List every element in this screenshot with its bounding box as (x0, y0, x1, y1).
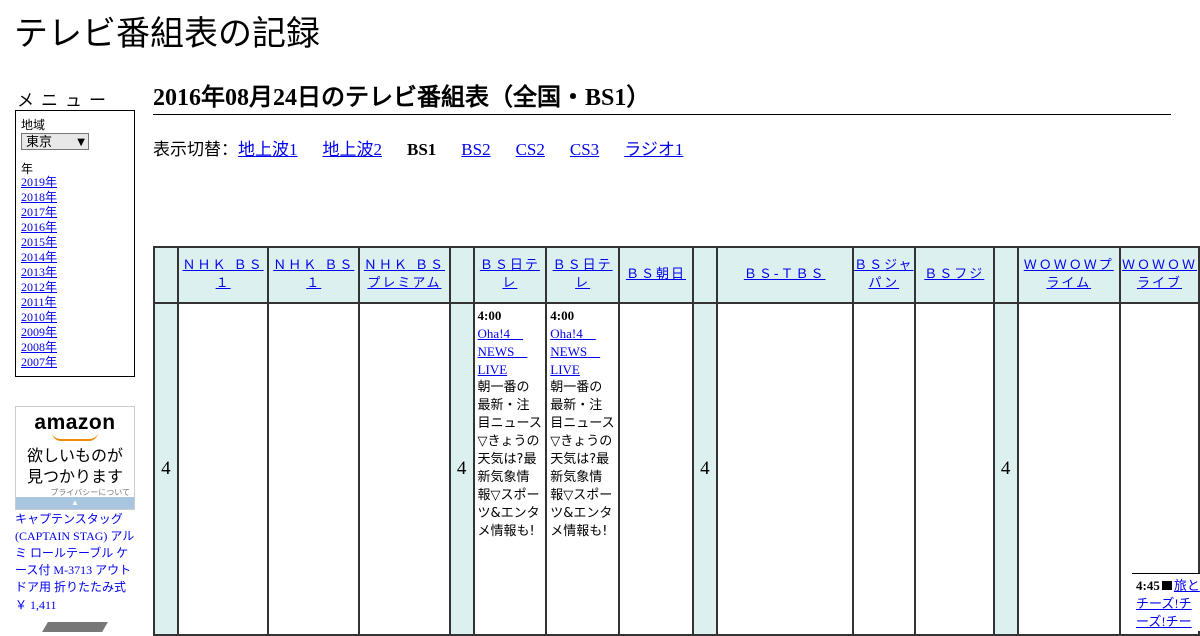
year-link-2016[interactable]: 2016年 (21, 220, 57, 234)
hour-cell: 4 (153, 302, 179, 636)
switch-link-cs3[interactable]: CS3 (570, 140, 599, 159)
amazon-logo: amazon (34, 411, 116, 434)
year-link-2015[interactable]: 2015年 (21, 235, 57, 249)
switch-current-bs1: BS1 (407, 140, 437, 159)
region-select[interactable]: 東京 ▼ (21, 133, 89, 150)
ad-text-line1: 欲しいものが (26, 446, 123, 465)
year-link-2017[interactable]: 2017年 (21, 205, 57, 219)
year-link-2009[interactable]: 2009年 (21, 325, 57, 339)
program-cell-empty (1016, 302, 1121, 636)
year-link-2018[interactable]: 2018年 (21, 190, 57, 204)
program-cell-empty (617, 302, 694, 636)
hour-cell: 4 (691, 302, 718, 636)
menu-heading: メニュー (17, 91, 113, 111)
amazon-ad-banner[interactable]: amazon 欲しいものが 見つかります プライバシーについて ▲ (15, 406, 135, 510)
hour-header-cell (992, 246, 1019, 304)
page-title: 2016年08月24日のテレビ番組表（全国・BS1） (153, 84, 1171, 115)
hour-cell: 4 (448, 302, 475, 636)
year-link-2008[interactable]: 2008年 (21, 340, 57, 354)
program-time: 4:00 (477, 308, 502, 323)
channel-link-bs-ntv-b[interactable]: ＢＳ日テレ (553, 258, 613, 291)
program-description: 朝一番の最新・注目ニュース▽きょうの天気は?最新気象情報▽スポーツ&エンタメ情報… (477, 380, 542, 539)
channel-link-wowow-live[interactable]: ＷＯＷＯＷライブ (1122, 258, 1197, 291)
program-title-link[interactable]: Oha!4 NEWS LIVE (550, 326, 600, 377)
channel-link-nhk-bs1-b[interactable]: ＮＨＫ ＢＳ１ (273, 258, 354, 291)
switch-link-chijouha2[interactable]: 地上波2 (323, 140, 383, 159)
year-link-2013[interactable]: 2013年 (21, 265, 57, 279)
hour-header-cell (691, 246, 718, 304)
year-link-2007[interactable]: 2007年 (21, 355, 57, 369)
switch-link-cs2[interactable]: CS2 (516, 140, 545, 159)
site-title: テレビ番組表の記録 (14, 14, 320, 54)
channel-link-bs-ntv-a[interactable]: ＢＳ日テレ (480, 258, 540, 291)
program-cell: 4:00 Oha!4 NEWS LIVE 朝一番の最新・注目ニュース▽きょうの天… (545, 302, 620, 636)
hour-cell: 4 (992, 302, 1019, 636)
view-switcher: 表示切替：地上波1 地上波2 BS1 BS2 CS2 CS3 ラジオ1 (153, 135, 683, 160)
program-description: 朝一番の最新・注目ニュース▽きょうの天気は?最新気象情報▽スポーツ&エンタメ情報… (550, 380, 615, 539)
switch-link-bs2[interactable]: BS2 (461, 140, 490, 159)
year-link-2019[interactable]: 2019年 (21, 175, 57, 189)
program-cell-empty (715, 302, 854, 636)
switch-label: 表示切替： (153, 140, 238, 159)
year-link-2014[interactable]: 2014年 (21, 250, 57, 264)
program-cell-empty (267, 302, 361, 636)
ad-text: 欲しいものが 見つかります (16, 445, 134, 487)
menu-panel: 地域 東京 ▼ 年 2019年 2018年 2017年 2016年 2015年 … (15, 110, 135, 377)
program-cell-empty (176, 302, 270, 636)
tv-icon (1161, 581, 1172, 590)
chevron-up-icon[interactable]: ▲ (16, 497, 134, 509)
channel-link-bs-japan[interactable]: ＢＳジャパン (854, 258, 913, 291)
program-grid: ＮＨＫ ＢＳ１ ＮＨＫ ＢＳ１ ＮＨＫ ＢＳプレミアム ＢＳ日テレ ＢＳ日テレ … (153, 246, 1200, 636)
region-value: 東京 (26, 135, 53, 150)
channel-link-bs-asahi[interactable]: ＢＳ朝日 (626, 267, 686, 282)
channel-header-row: ＮＨＫ ＢＳ１ ＮＨＫ ＢＳ１ ＮＨＫ ＢＳプレミアム ＢＳ日テレ ＢＳ日テレ … (153, 246, 1200, 304)
program-cell-empty (851, 302, 916, 636)
chevron-down-icon: ▼ (77, 137, 85, 148)
region-label: 地域 (21, 118, 46, 132)
ad-product-price: ￥ 1,411 (15, 598, 57, 612)
switch-link-radio1[interactable]: ラジオ1 (624, 140, 683, 159)
year-link-2012[interactable]: 2012年 (21, 280, 57, 294)
switch-link-chijouha1[interactable]: 地上波1 (238, 140, 298, 159)
hour-header-cell (153, 246, 179, 304)
program-time: 4:00 (550, 308, 575, 323)
program-cell-empty (358, 302, 451, 636)
ad-product-link[interactable]: キャプテンスタッグ(CAPTAIN STAG) アルミ ロールテーブル ケース付… (15, 511, 137, 596)
channel-link-bs-tbs[interactable]: ＢＳ-ＴＢＳ (744, 267, 826, 282)
ad-text-line2: 見つかります (26, 467, 123, 486)
channel-link-nhk-bs-premium[interactable]: ＮＨＫ ＢＳプレミアム (364, 258, 445, 291)
program-title-link[interactable]: Oha!4 NEWS LIVE (478, 326, 528, 377)
late-program-time: 4:45 (1136, 578, 1160, 593)
year-link-2011[interactable]: 2011年 (21, 295, 57, 309)
channel-link-bs-fuji[interactable]: ＢＳフジ (924, 267, 984, 282)
channel-link-nhk-bs1-a[interactable]: ＮＨＫ ＢＳ１ (183, 258, 264, 291)
hour-row: 4 4 4:00 Oha!4 NEWS LIVE 朝一番の最新・注目ニュース▽き… (153, 302, 1200, 636)
year-link-2010[interactable]: 2010年 (21, 310, 57, 324)
hour-header-cell (448, 246, 475, 304)
program-cell: 4:00 Oha!4 NEWS LIVE 朝一番の最新・注目ニュース▽きょうの天… (472, 302, 548, 636)
year-list: 2019年 2018年 2017年 2016年 2015年 2014年 2013… (21, 175, 57, 370)
program-cell-empty (913, 302, 995, 636)
channel-link-wowow-prime[interactable]: ＷＯＷＯＷプライム (1024, 258, 1114, 291)
late-program-cell: 4:45 旅とチーズ!チーズ!チー (1132, 573, 1200, 631)
ad-product-image[interactable] (42, 622, 108, 632)
